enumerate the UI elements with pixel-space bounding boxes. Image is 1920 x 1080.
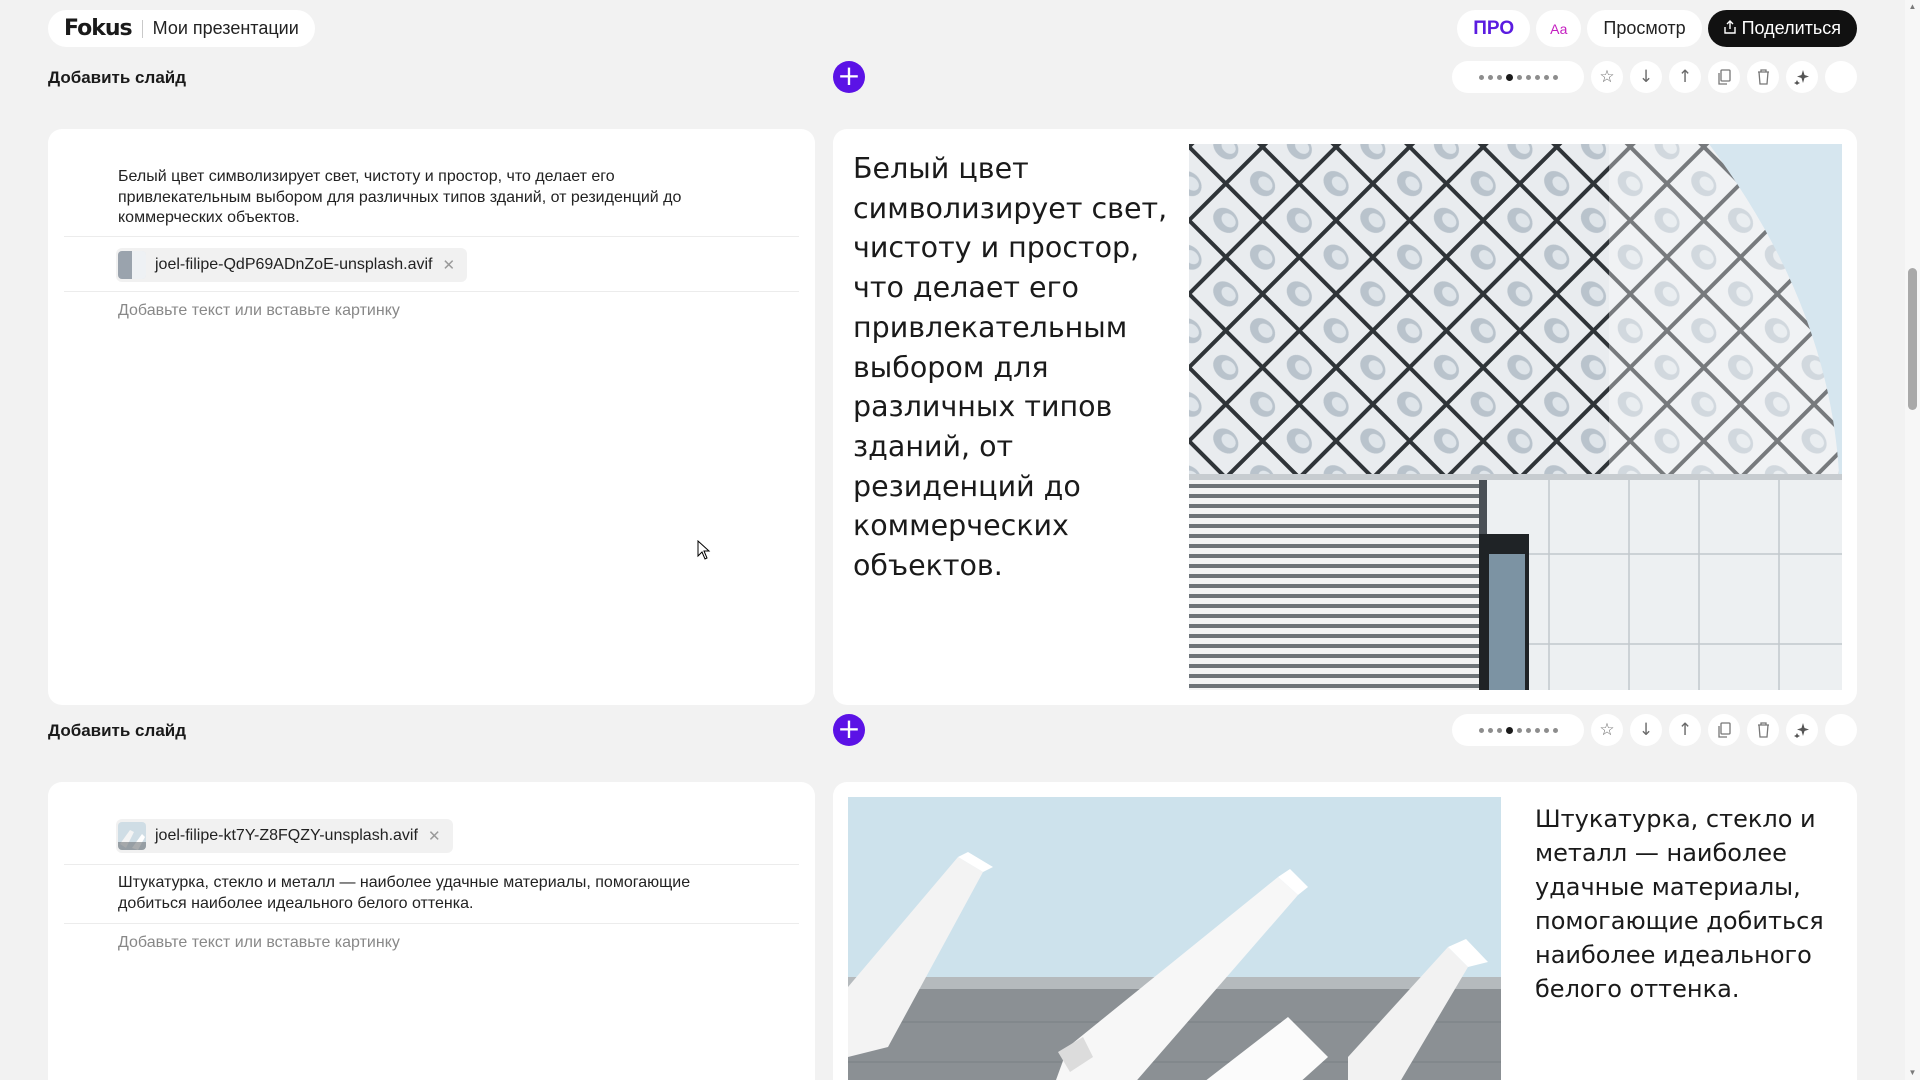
layout-dot[interactable] [1487,74,1493,80]
scroll-down-arrow[interactable]: ▼ [1908,1068,1917,1078]
scrollbar-thumb[interactable] [1908,268,1917,410]
layout-dot[interactable] [1543,74,1549,80]
sparkle-icon[interactable] [1786,714,1818,746]
attachment-thumbnail [118,822,146,850]
page-scrollbar[interactable]: ▲ ▼ [1905,0,1920,1080]
layout-dot[interactable] [1516,74,1522,80]
add-slide-button[interactable]: + [833,61,865,93]
slide-2-preview[interactable]: Штукатурка, стекло и металл — наиболее у… [833,782,1857,1080]
add-slide-label[interactable]: Добавить слайд [48,68,186,88]
layout-dot-active[interactable] [1505,726,1513,734]
editor-text-block[interactable]: Белый цвет символизирует свет, чистоту и… [118,167,718,229]
slide-preview-text: Штукатурка, стекло и металл — наиболее у… [1535,805,1824,1003]
layout-dot[interactable] [1543,727,1549,733]
top-actions: ПРО Аа Просмотр Поделиться [1457,10,1857,47]
slide-toolbar-1: Добавить слайд + ☆ ↓ ↑ · [48,61,1857,95]
layout-dot[interactable] [1478,74,1484,80]
slide-tools: ☆ ↓ ↑ · [1452,61,1857,93]
trash-icon[interactable] [1747,714,1779,746]
logo[interactable]: Fokus [64,16,133,41]
font-style-button[interactable]: Аа [1536,10,1582,47]
breadcrumb-my-presentations[interactable]: Мои презентации [153,18,299,39]
attachment-chip[interactable]: joel-filipe-QdP69ADnZoE-unsplash.avif ✕ [116,248,468,282]
copy-icon[interactable] [1708,61,1740,93]
layout-dot[interactable] [1552,74,1558,80]
layout-dot[interactable] [1525,727,1531,733]
sparkle-icon[interactable] [1786,61,1818,93]
scroll-up-arrow[interactable]: ▲ [1908,2,1917,12]
copy-icon[interactable] [1708,714,1740,746]
more-button[interactable]: · [1825,714,1857,746]
slide-2-editor[interactable]: joel-filipe-kt7Y-Z8FQZY-unsplash.avif ✕ … [48,782,815,1080]
divider [64,236,799,237]
layout-dot[interactable] [1525,74,1531,80]
divider [64,864,799,865]
arrow-up-icon[interactable]: ↑ [1669,61,1701,93]
mouse-cursor-icon [697,539,711,565]
close-icon[interactable]: ✕ [428,827,441,845]
preview-button[interactable]: Просмотр [1587,10,1702,47]
share-label: Поделиться [1741,18,1841,38]
share-icon [1723,20,1736,37]
layout-dot[interactable] [1552,727,1558,733]
divider [64,923,799,924]
layout-dot[interactable] [1478,727,1484,733]
editor-placeholder[interactable]: Добавьте текст или вставьте картинку [118,302,400,320]
layout-dot[interactable] [1496,74,1502,80]
slide-image-white-structures [848,797,1501,1080]
editor-placeholder[interactable]: Добавьте текст или вставьте картинку [118,934,400,952]
divider [141,19,143,38]
brand-pill: Fokus Мои презентации [48,10,315,47]
add-slide-button[interactable]: + [833,714,865,746]
layout-dot[interactable] [1516,727,1522,733]
layout-dot-active[interactable] [1505,73,1513,81]
layout-dot[interactable] [1534,74,1540,80]
slide-preview-text: Белый цвет символизирует свет, чистоту и… [853,152,1168,583]
arrow-up-icon[interactable]: ↑ [1669,714,1701,746]
arrow-down-icon[interactable]: ↓ [1630,714,1662,746]
slide-toolbar-2: Добавить слайд + ☆ ↓ ↑ · [48,714,1857,748]
trash-icon[interactable] [1747,61,1779,93]
slide-image-sphere-building [1189,144,1842,690]
layout-dot[interactable] [1487,727,1493,733]
layout-dots-selector[interactable] [1452,714,1584,746]
attachment-filename: joel-filipe-QdP69ADnZoE-unsplash.avif [155,256,433,273]
star-icon[interactable]: ☆ [1591,61,1623,93]
attachment-chip[interactable]: joel-filipe-kt7Y-Z8FQZY-unsplash.avif ✕ [116,819,453,853]
attachment-filename: joel-filipe-kt7Y-Z8FQZY-unsplash.avif [155,827,418,844]
editor-text-block[interactable]: Штукатурка, стекло и металл — наиболее у… [118,873,758,914]
add-slide-label[interactable]: Добавить слайд [48,721,186,741]
share-button[interactable]: Поделиться [1707,10,1857,47]
layout-dots-selector[interactable] [1452,61,1584,93]
attachment-thumbnail [118,251,146,279]
divider [64,291,799,292]
arrow-down-icon[interactable]: ↓ [1630,61,1662,93]
more-button[interactable]: · [1825,61,1857,93]
slide-1-preview[interactable]: Белый цвет символизирует свет, чистоту и… [833,129,1857,705]
pro-button[interactable]: ПРО [1457,10,1531,47]
layout-dot[interactable] [1534,727,1540,733]
slide-tools: ☆ ↓ ↑ · [1452,714,1857,746]
layout-dot[interactable] [1496,727,1502,733]
star-icon[interactable]: ☆ [1591,714,1623,746]
slide-1-editor[interactable]: Белый цвет символизирует свет, чистоту и… [48,129,815,705]
close-icon[interactable]: ✕ [442,256,455,274]
